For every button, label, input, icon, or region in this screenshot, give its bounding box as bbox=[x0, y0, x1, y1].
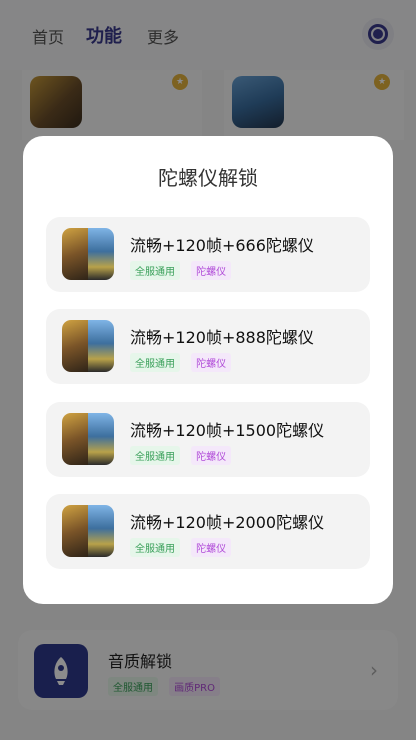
tag-universal: 全服通用 bbox=[130, 446, 180, 465]
option-title: 流畅+120帧+2000陀螺仪 bbox=[130, 513, 325, 532]
tag-universal: 全服通用 bbox=[130, 353, 180, 372]
tag-gyroscope: 陀螺仪 bbox=[191, 446, 232, 465]
dialog-title: 陀螺仪解锁 bbox=[158, 166, 258, 190]
option-item[interactable]: 流畅+120帧+2000陀螺仪 全服通用 陀螺仪 bbox=[46, 494, 370, 569]
option-item[interactable]: 流畅+120帧+888陀螺仪 全服通用 陀螺仪 bbox=[46, 309, 370, 384]
option-item[interactable]: 流畅+120帧+1500陀螺仪 全服通用 陀螺仪 bbox=[46, 402, 370, 477]
option-title: 流畅+120帧+666陀螺仪 bbox=[130, 236, 314, 255]
option-title: 流畅+120帧+1500陀螺仪 bbox=[130, 421, 325, 440]
tag-gyroscope: 陀螺仪 bbox=[191, 261, 232, 280]
game-combo-icon bbox=[62, 228, 114, 280]
tag-universal: 全服通用 bbox=[130, 538, 180, 557]
option-item[interactable]: 流畅+120帧+666陀螺仪 全服通用 陀螺仪 bbox=[46, 217, 370, 292]
option-title: 流畅+120帧+888陀螺仪 bbox=[130, 328, 314, 347]
game-combo-icon bbox=[62, 413, 114, 465]
tag-universal: 全服通用 bbox=[130, 261, 180, 280]
tag-gyroscope: 陀螺仪 bbox=[191, 353, 232, 372]
game-combo-icon bbox=[62, 505, 114, 557]
game-combo-icon bbox=[62, 320, 114, 372]
tag-gyroscope: 陀螺仪 bbox=[191, 538, 232, 557]
gyroscope-unlock-dialog: 陀螺仪解锁 流畅+120帧+666陀螺仪 全服通用 陀螺仪 流畅+120帧+88… bbox=[23, 136, 393, 604]
